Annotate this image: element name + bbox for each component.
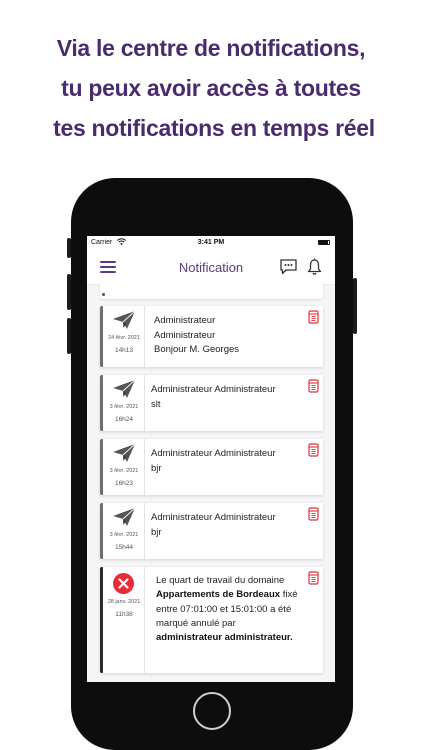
delete-icon[interactable]	[308, 507, 319, 521]
headline-line-2: tu peux avoir accès à toutes	[61, 75, 361, 101]
delete-icon[interactable]	[308, 379, 319, 393]
headline-line-3: tes notifications en temps réel	[53, 115, 375, 141]
notification-date: 24 févr. 2021	[108, 335, 140, 341]
notification-date: 3 févr. 2021	[109, 468, 139, 474]
paper-plane-icon	[113, 310, 136, 329]
status-bar: Carrier 3:41 PM	[87, 236, 335, 250]
notification-time: 15h44	[114, 544, 134, 551]
notification-date: 28 janv. 2021	[107, 599, 141, 605]
notification-message: Administrateur Administrateur slt	[151, 384, 276, 410]
notification-message: Administrateur Administrateur Bonjour M.…	[154, 315, 240, 355]
paper-plane-icon	[113, 443, 136, 462]
page-title: Notification	[178, 260, 244, 275]
volume-down-button	[67, 318, 71, 354]
chat-bubble-icon[interactable]	[280, 259, 297, 275]
notification-time: 16h23	[114, 480, 134, 487]
notification-card[interactable]: 3 févr. 2021 15h44 Administrateur Admini…	[100, 503, 323, 559]
power-button	[353, 278, 357, 334]
delete-icon[interactable]	[308, 310, 319, 324]
notification-time: 11h38	[115, 611, 133, 618]
app-bar: Notification	[87, 250, 335, 285]
volume-up-button	[67, 274, 71, 310]
mute-switch	[67, 238, 71, 258]
previous-notification-card[interactable]	[100, 283, 323, 299]
marketing-headline: Via le centre de notifications, tu peux …	[0, 28, 422, 148]
notification-card[interactable]: 3 févr. 2021 16h23 Administrateur Admini…	[100, 439, 323, 495]
delete-icon[interactable]	[308, 571, 319, 585]
bell-icon[interactable]	[307, 258, 322, 276]
notification-date: 3 févr. 2021	[109, 532, 139, 538]
clock: 3:41 PM	[197, 239, 225, 246]
paper-plane-icon	[113, 379, 136, 398]
home-button[interactable]	[193, 692, 231, 730]
notification-date: 3 févr. 2021	[109, 404, 139, 410]
notification-time: 14h13	[114, 347, 134, 354]
notification-message: Administrateur Administrateur bjr	[151, 448, 276, 474]
battery-icon	[318, 240, 330, 245]
paper-plane-icon	[113, 507, 136, 526]
notification-card[interactable]: 28 janv. 2021 11h38 Le quart de travail …	[100, 567, 323, 673]
notification-message: Administrateur Administrateur bjr	[151, 512, 276, 538]
notification-card[interactable]: 3 févr. 2021 16h24 Administrateur Admini…	[100, 375, 323, 431]
notification-time: 16h24	[114, 416, 134, 423]
error-x-icon	[113, 573, 134, 594]
phone-screen: Carrier 3:41 PM Notification 24 févr. 20…	[87, 236, 335, 682]
notification-card[interactable]: 24 févr. 2021 14h13 Administrateur Admin…	[100, 306, 323, 367]
notification-message: Le quart de travail du domaine Apparteme…	[156, 575, 298, 644]
headline-line-1: Via le centre de notifications,	[56, 35, 366, 61]
delete-icon[interactable]	[308, 443, 319, 457]
